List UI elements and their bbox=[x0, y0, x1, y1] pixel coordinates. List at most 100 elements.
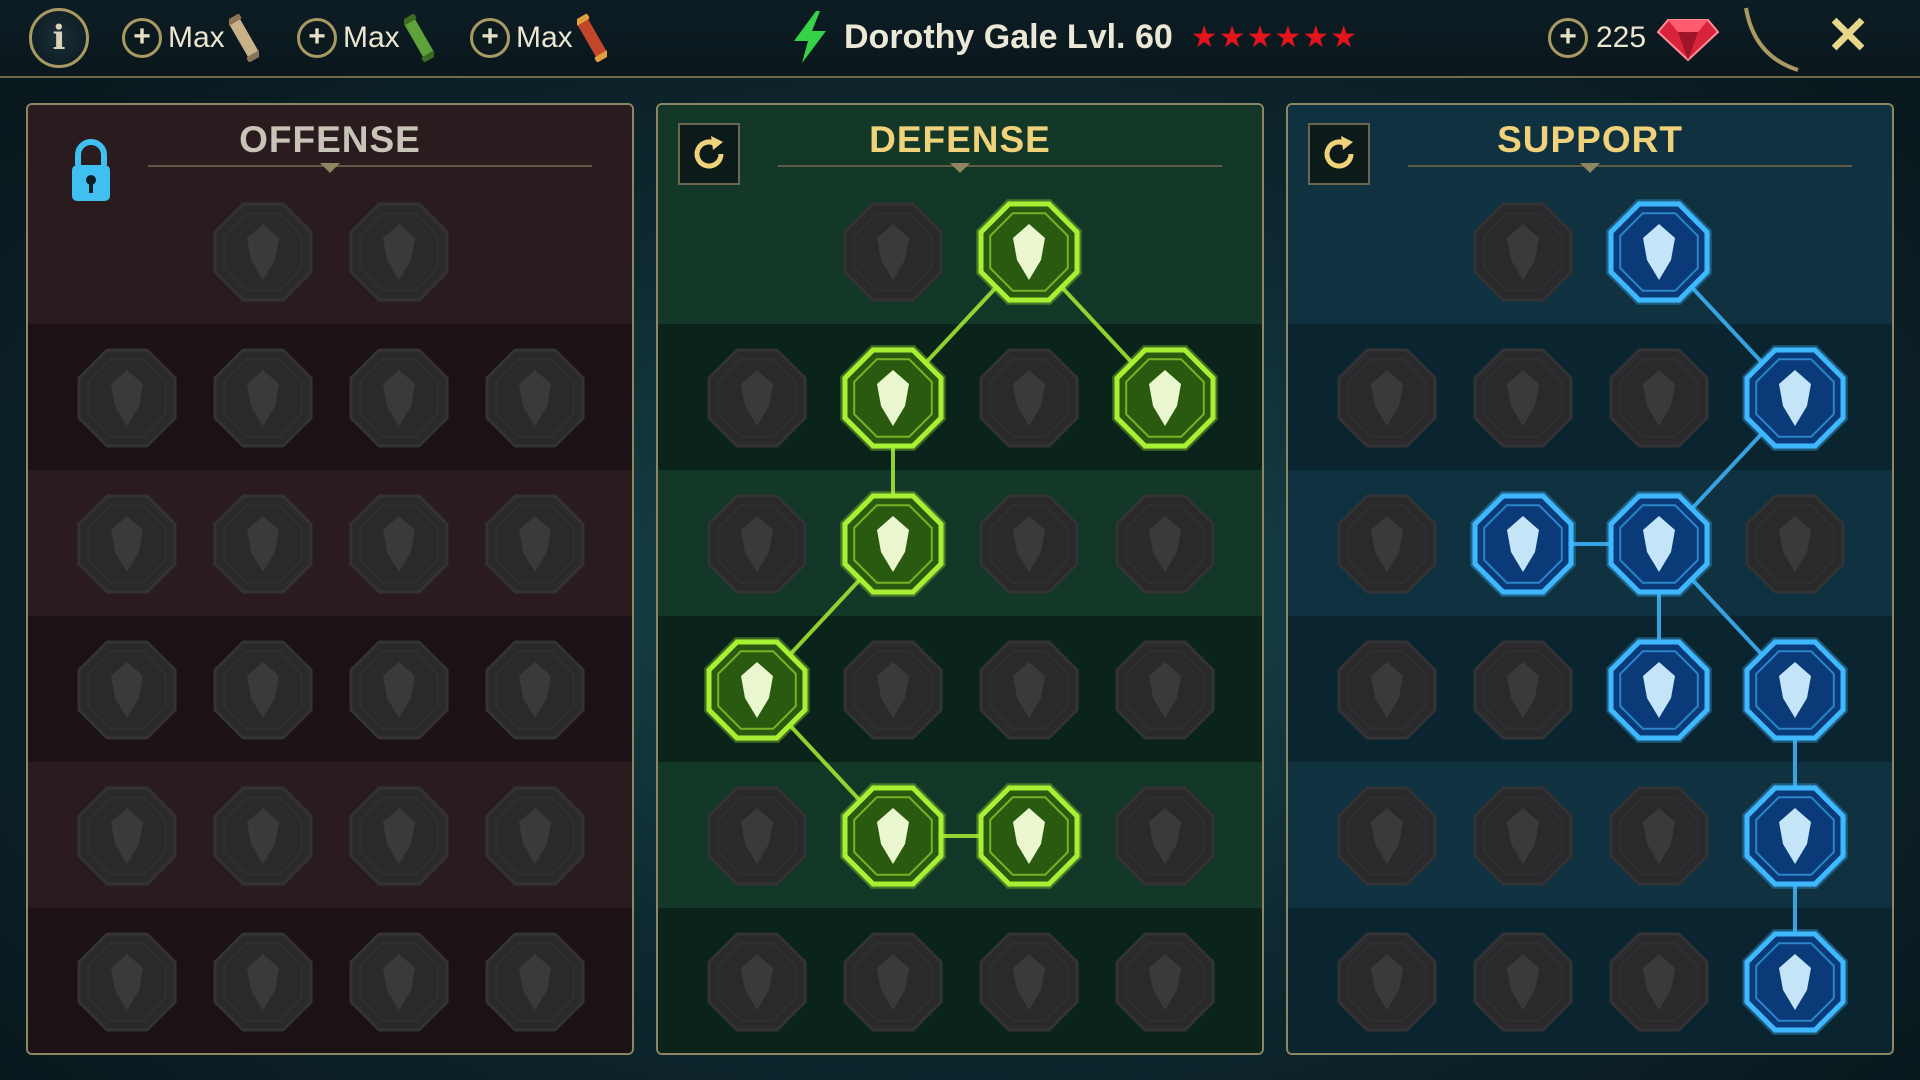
skill-node-skull-heart[interactable] bbox=[971, 486, 1087, 602]
skill-node-arrows-figure[interactable] bbox=[69, 486, 185, 602]
skill-node-berserker[interactable] bbox=[477, 778, 593, 894]
knight-helm-icon bbox=[213, 932, 313, 1032]
hero-title: Dorothy Gale Lvl. 60 ★★★★★★ bbox=[790, 11, 1358, 63]
skill-node-armor-plates[interactable] bbox=[835, 194, 951, 310]
knife-hand-icon bbox=[485, 494, 585, 594]
skill-node-speed-runner[interactable] bbox=[699, 778, 815, 894]
skill-node-all-seeing-eye[interactable] bbox=[1601, 778, 1717, 894]
skill-node-spiked-warrior[interactable] bbox=[699, 924, 815, 1040]
skill-node-bull-head[interactable] bbox=[1107, 632, 1223, 748]
open-book-icon bbox=[1606, 637, 1712, 743]
skill-node-horned-warrior[interactable] bbox=[69, 340, 185, 456]
skill-node-crowd-cheer[interactable] bbox=[699, 632, 815, 748]
skill-node-shattered-ground[interactable] bbox=[1601, 486, 1717, 602]
ruby-gem-icon bbox=[1656, 19, 1720, 62]
slashing-blade-icon bbox=[213, 348, 313, 448]
skill-node-open-hand[interactable] bbox=[971, 632, 1087, 748]
skull-crown-icon bbox=[1473, 932, 1573, 1032]
skill-node-iron-fist[interactable] bbox=[1601, 924, 1717, 1040]
blood-dagger-icon bbox=[77, 640, 177, 740]
skill-node-shield-break[interactable] bbox=[341, 340, 457, 456]
compass-star-icon bbox=[1337, 786, 1437, 886]
horned-demon-icon bbox=[349, 932, 449, 1032]
max-label: Max bbox=[516, 21, 573, 54]
skill-node-silhouette[interactable] bbox=[1737, 486, 1853, 602]
skill-node-compass-star[interactable] bbox=[1329, 778, 1445, 894]
skill-node-sweeping-kick[interactable] bbox=[1737, 340, 1853, 456]
skill-node-crossed-knives[interactable] bbox=[1107, 340, 1223, 456]
skill-node-triple-drops[interactable] bbox=[835, 778, 951, 894]
skill-node-healer-figure[interactable] bbox=[1329, 486, 1445, 602]
support-panel: SUPPORT bbox=[1286, 103, 1894, 1055]
skill-node-daggers[interactable] bbox=[341, 194, 457, 310]
skill-node-swirl-hand[interactable] bbox=[1601, 194, 1717, 310]
skill-node-muscle-figure[interactable] bbox=[1107, 924, 1223, 1040]
skill-node-open-book[interactable] bbox=[1601, 632, 1717, 748]
skill-node-raised-fist[interactable] bbox=[971, 194, 1087, 310]
decorative-arc-icon bbox=[1744, 7, 1799, 72]
skill-node-praying-hands[interactable] bbox=[1329, 340, 1445, 456]
skill-node-grasping-hand[interactable] bbox=[1107, 778, 1223, 894]
skill-node-axe[interactable] bbox=[341, 632, 457, 748]
shield-break-icon bbox=[349, 348, 449, 448]
skill-node-bearded-face[interactable] bbox=[971, 924, 1087, 1040]
max-label: Max bbox=[343, 21, 400, 54]
skill-node-veiled-head[interactable] bbox=[1107, 486, 1223, 602]
skill-node-heart-plus[interactable] bbox=[1465, 194, 1581, 310]
skill-node-cracked-figure[interactable] bbox=[699, 486, 815, 602]
skill-node-fast-boot[interactable] bbox=[1465, 778, 1581, 894]
skill-node-chained-heart[interactable] bbox=[1329, 632, 1445, 748]
skill-node-guard-shield[interactable] bbox=[1465, 340, 1581, 456]
plus-icon: + bbox=[122, 18, 162, 58]
skill-node-trident-burst[interactable] bbox=[69, 778, 185, 894]
max-red-scroll-button[interactable]: + Max bbox=[470, 13, 607, 63]
red-scroll-icon bbox=[576, 13, 607, 63]
skill-node-blood-dagger[interactable] bbox=[69, 632, 185, 748]
skill-node-knight-shield[interactable] bbox=[835, 486, 951, 602]
silhouette-icon bbox=[1745, 494, 1845, 594]
skill-node-voodoo-doll[interactable] bbox=[1737, 778, 1853, 894]
skill-node-hourglass-skull[interactable] bbox=[835, 632, 951, 748]
skill-node-winged-shield[interactable] bbox=[835, 924, 951, 1040]
skill-node-radiant-skull[interactable] bbox=[971, 778, 1087, 894]
sparkle-sword-icon bbox=[77, 932, 177, 1032]
speed-runner-icon bbox=[707, 786, 807, 886]
skill-node-spiked-heart[interactable] bbox=[477, 340, 593, 456]
skill-node-lightning-bolt[interactable] bbox=[1465, 486, 1581, 602]
skill-node-twin-skulls[interactable] bbox=[205, 778, 321, 894]
max-green-scroll-button[interactable]: + Max bbox=[297, 13, 434, 63]
offense-panel: OFFENSE bbox=[26, 103, 634, 1055]
skill-node-fanged-maw[interactable] bbox=[205, 486, 321, 602]
skill-node-comet[interactable] bbox=[1465, 632, 1581, 748]
skill-node-armored-fighter[interactable] bbox=[971, 340, 1087, 456]
skill-node-smoking-skull[interactable] bbox=[1601, 340, 1717, 456]
fanged-maw-icon bbox=[213, 494, 313, 594]
skill-node-eagle-head[interactable] bbox=[1737, 924, 1853, 1040]
skill-node-fury-eyes[interactable] bbox=[1737, 632, 1853, 748]
skill-node-lightning-chain[interactable] bbox=[477, 632, 593, 748]
skill-node-fist-blade[interactable] bbox=[205, 632, 321, 748]
skill-node-skull-crown[interactable] bbox=[1465, 924, 1581, 1040]
skill-node-sparkle-sword[interactable] bbox=[69, 924, 185, 1040]
info-button[interactable]: i bbox=[29, 8, 89, 68]
close-button[interactable]: ✕ bbox=[1820, 6, 1876, 66]
skill-node-horned-demon[interactable] bbox=[341, 924, 457, 1040]
berserker-icon bbox=[485, 786, 585, 886]
armor-plates-icon bbox=[843, 202, 943, 302]
horned-warrior-icon bbox=[77, 348, 177, 448]
skill-node-potion[interactable] bbox=[1329, 924, 1445, 1040]
gem-counter[interactable]: + 225 bbox=[1548, 14, 1720, 62]
skill-node-slashing-blade[interactable] bbox=[205, 340, 321, 456]
crossed-swords-icon bbox=[213, 202, 313, 302]
fast-boot-icon bbox=[1473, 786, 1573, 886]
skill-node-skull-scythe[interactable] bbox=[341, 486, 457, 602]
skull-scythe-icon bbox=[349, 494, 449, 594]
skill-node-knight-helm[interactable] bbox=[205, 924, 321, 1040]
skill-node-knife-hand[interactable] bbox=[477, 486, 593, 602]
skill-node-shield-crest[interactable] bbox=[699, 340, 815, 456]
skill-node-stone-heart[interactable] bbox=[835, 340, 951, 456]
skill-node-skull-spike[interactable] bbox=[477, 924, 593, 1040]
skill-node-sword-circle[interactable] bbox=[341, 778, 457, 894]
max-tan-scroll-button[interactable]: + Max bbox=[122, 13, 259, 63]
skill-node-crossed-swords[interactable] bbox=[205, 194, 321, 310]
